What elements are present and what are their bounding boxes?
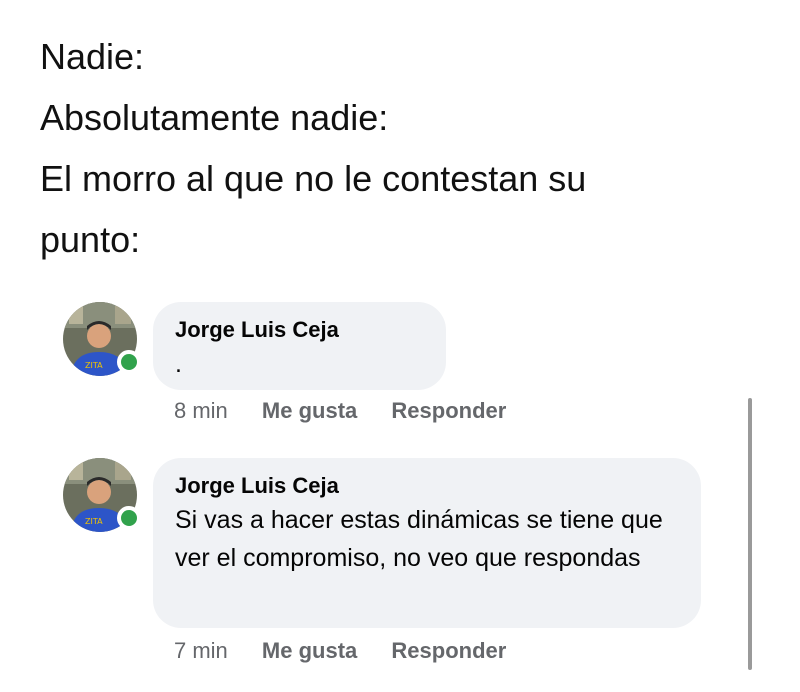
comment-author[interactable]: Jorge Luis Ceja — [175, 471, 679, 501]
comment-text: . — [175, 350, 182, 378]
meme-caption: Nadie: Absolutamente nadie: El morro al … — [40, 26, 760, 270]
online-status-indicator — [117, 350, 141, 374]
caption-line: Nadie: — [40, 36, 145, 77]
avatar[interactable]: ZITA — [63, 458, 141, 532]
comment-bubble: Jorge Luis Ceja Si vas a hacer estas din… — [153, 458, 701, 628]
svg-text:ZITA: ZITA — [85, 361, 103, 370]
scrollbar[interactable] — [748, 398, 752, 670]
like-button[interactable]: Me gusta — [262, 638, 357, 663]
comment-text: Si vas a hacer estas dinámicas se tiene … — [175, 506, 663, 572]
reply-button[interactable]: Responder — [391, 638, 506, 663]
caption-line: El morro al que no le contestan su — [40, 158, 587, 199]
comment-author[interactable]: Jorge Luis Ceja — [175, 315, 424, 345]
avatar[interactable]: ZITA — [63, 302, 141, 376]
svg-text:ZITA: ZITA — [85, 517, 103, 526]
caption-line: punto: — [40, 219, 141, 260]
online-status-indicator — [117, 506, 141, 530]
comment-timestamp[interactable]: 7 min — [174, 638, 228, 663]
comment-actions: 7 min Me gusta Responder — [174, 638, 534, 664]
like-button[interactable]: Me gusta — [262, 398, 357, 423]
comment-bubble: Jorge Luis Ceja . — [153, 302, 446, 390]
comment-timestamp[interactable]: 8 min — [174, 398, 228, 423]
caption-line: Absolutamente nadie: — [40, 97, 389, 138]
reply-button[interactable]: Responder — [391, 398, 506, 423]
comment-actions: 8 min Me gusta Responder — [174, 398, 534, 424]
